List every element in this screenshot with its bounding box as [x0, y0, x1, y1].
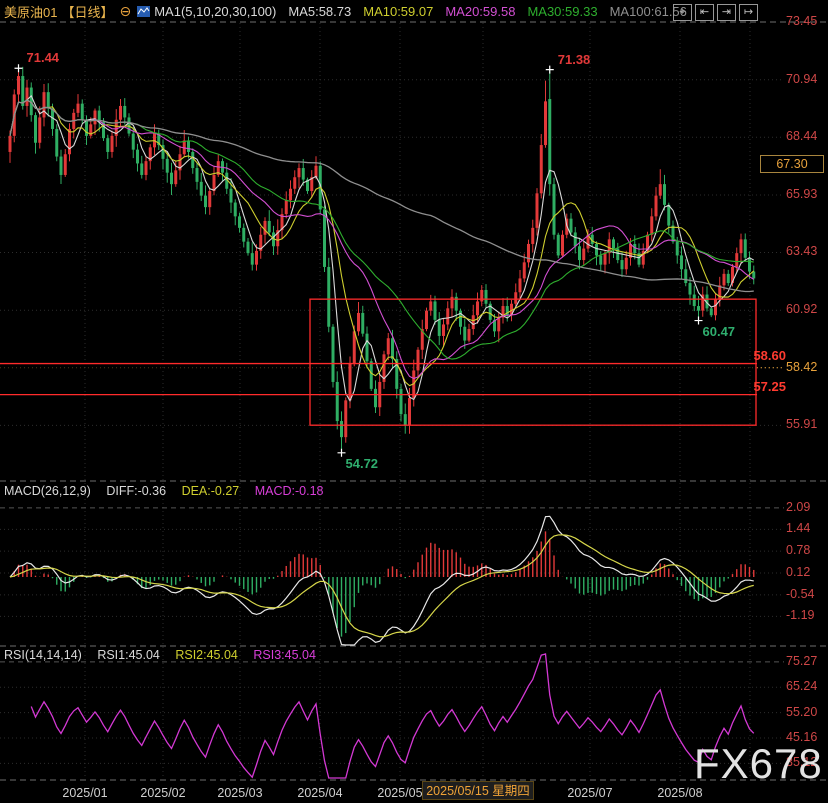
- price-axis-tick: 68.44: [786, 129, 817, 143]
- time-axis-label: 2025/04: [288, 786, 352, 800]
- drawn-level-label: 58.60: [753, 348, 786, 363]
- watermark: FX678: [694, 740, 823, 788]
- trading-chart-app: 美原油01 【日线】 ⊖ MA1(5,10,20,30,100) MA5:58.…: [0, 0, 828, 803]
- ma-values-group: MA5:58.73MA10:59.07MA20:59.58MA30:59.33M…: [288, 4, 699, 19]
- collapse-icon[interactable]: ⊖: [119, 3, 131, 20]
- time-axis-label: 2025/03: [208, 786, 272, 800]
- shift-right-icon[interactable]: ↦: [739, 4, 758, 21]
- price-axis-tick: 55.91: [786, 417, 817, 431]
- drawn-level-label: 57.25: [753, 379, 786, 394]
- macd-axis-tick: 2.09: [786, 500, 810, 514]
- macd-diff-value: DIFF:-0.36: [106, 484, 166, 498]
- price-axis-tick: 58.42: [786, 360, 817, 374]
- price-axis-tick: 73.45: [786, 14, 817, 28]
- pan-mode-icon[interactable]: ⌖: [673, 4, 692, 21]
- time-axis-label: 2025/02: [131, 786, 195, 800]
- rsi-axis-tick: 55.20: [786, 705, 817, 719]
- macd-axis-tick: -0.54: [786, 587, 815, 601]
- ma-settings-label: MA1(5,10,20,30,100): [154, 4, 276, 19]
- macd-header: MACD(26,12,9) DIFF:-0.36 DEA:-0.27 MACD:…: [4, 484, 336, 498]
- symbol-name: 美原油01: [4, 2, 57, 21]
- chart-style-icon[interactable]: [137, 6, 150, 17]
- macd-axis-tick: -1.19: [786, 608, 815, 622]
- ma30-value: MA30:59.33: [527, 4, 597, 19]
- price-axis-tick: 65.93: [786, 187, 817, 201]
- time-axis-label: 2025/07: [558, 786, 622, 800]
- axis-scale-right-icon[interactable]: ⇥: [717, 4, 736, 21]
- time-axis-label: 2025/01: [53, 786, 117, 800]
- price-annotation: 60.47: [703, 324, 736, 339]
- selected-date-label: 2025/05/15 星期四: [422, 781, 534, 800]
- chart-toolbar: ⌖⇤⇥↦: [670, 2, 758, 21]
- price-alert-label: 67.30: [760, 155, 824, 173]
- period-label: 【日线】: [61, 2, 113, 21]
- rsi-title: RSI(14,14,14): [4, 648, 82, 662]
- price-annotation: 71.38: [558, 52, 591, 67]
- price-axis-tick: 60.92: [786, 302, 817, 316]
- rsi3-value: RSI3:45.04: [253, 648, 316, 662]
- macd-dea-value: DEA:-0.27: [182, 484, 240, 498]
- axis-scale-left-icon[interactable]: ⇤: [695, 4, 714, 21]
- ma10-value: MA10:59.07: [363, 4, 433, 19]
- macd-axis-tick: 1.44: [786, 521, 810, 535]
- price-annotation: 54.72: [346, 456, 379, 471]
- macd-axis-tick: 0.12: [786, 565, 810, 579]
- price-annotation: 71.44: [27, 50, 60, 65]
- rsi-axis-tick: 75.27: [786, 654, 817, 668]
- chart-canvas[interactable]: [0, 0, 828, 803]
- rsi1-value: RSI1:45.04: [97, 648, 160, 662]
- rsi2-value: RSI2:45.04: [175, 648, 238, 662]
- rsi-axis-tick: 65.24: [786, 679, 817, 693]
- ma5-value: MA5:58.73: [288, 4, 351, 19]
- macd-title: MACD(26,12,9): [4, 484, 91, 498]
- time-axis-label: 2025/08: [648, 786, 712, 800]
- price-axis-tick: 70.94: [786, 72, 817, 86]
- price-axis-tick: 63.43: [786, 244, 817, 258]
- rsi-header: RSI(14,14,14) RSI1:45.04 RSI2:45.04 RSI3…: [4, 648, 328, 662]
- ma20-value: MA20:59.58: [445, 4, 515, 19]
- macd-axis-tick: 0.78: [786, 543, 810, 557]
- macd-macd-value: MACD:-0.18: [255, 484, 324, 498]
- header-bar: 美原油01 【日线】 ⊖ MA1(5,10,20,30,100) MA5:58.…: [0, 0, 699, 22]
